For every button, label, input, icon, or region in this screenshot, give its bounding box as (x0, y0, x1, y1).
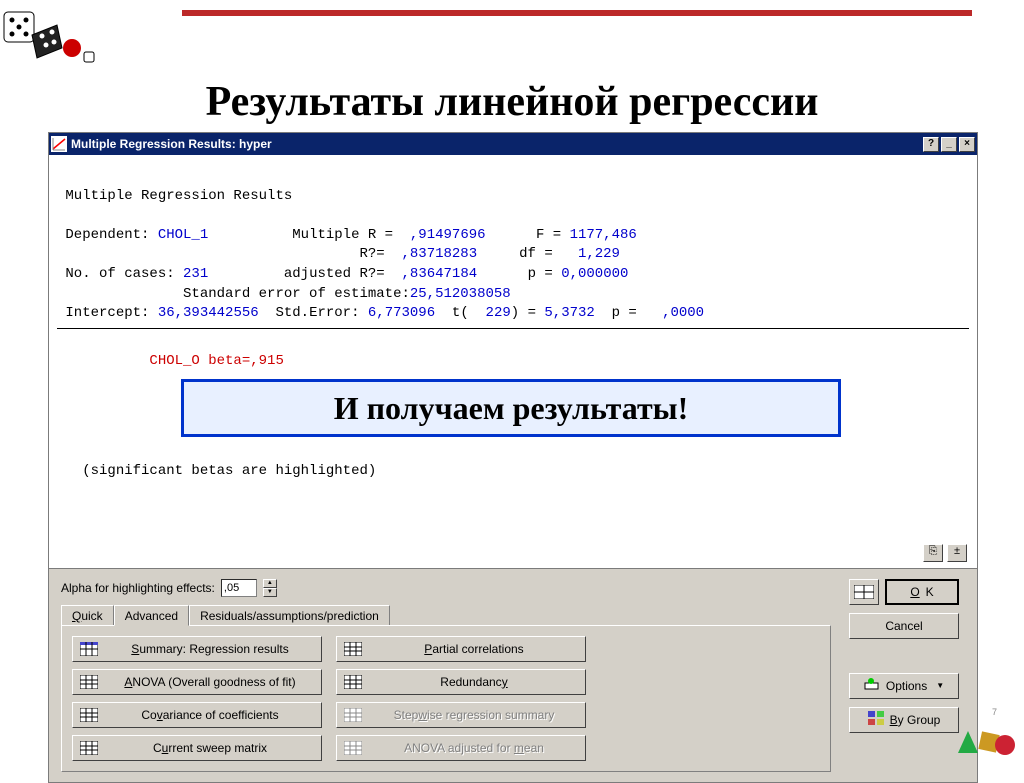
expand-button[interactable]: ± (947, 544, 967, 562)
regression-results-window: Multiple Regression Results: hyper ? _ ×… (48, 132, 978, 783)
p2-label: p = (612, 305, 637, 321)
slide-title: Результаты линейной регрессии (0, 78, 1024, 126)
partial-correlations-button[interactable]: Partial correlations (336, 636, 586, 662)
dependent-value: CHOL_1 (158, 227, 208, 243)
r2-value: ,83718283 (401, 246, 477, 262)
results-text-area: Multiple Regression Results Dependent: C… (49, 155, 977, 569)
grid-icon (79, 674, 99, 690)
callout-box: И получаем результаты! (181, 379, 841, 437)
stderr2-value: 6,773096 (368, 305, 435, 321)
t-close: ) = (511, 305, 536, 321)
grid-toggle-button[interactable] (849, 579, 879, 605)
spin-down-icon[interactable]: ▼ (263, 588, 277, 597)
ncases-value: 231 (183, 266, 208, 282)
advanced-tab-panel: Summary: Regression results ANOVA (Overa… (61, 625, 831, 772)
bygroup-button[interactable]: By Group (849, 707, 959, 733)
stderr-value: 25,512038058 (410, 286, 511, 302)
betas-footnote: (significant betas are highlighted) (82, 463, 376, 479)
summary-regression-button[interactable]: Summary: Regression results (72, 636, 322, 662)
t-df: 229 (486, 305, 511, 321)
tab-quick[interactable]: Quick (61, 605, 114, 625)
callout-text: И получаем результаты! (334, 386, 689, 431)
tab-strip: Quick Advanced Residuals/assumptions/pre… (61, 605, 831, 625)
grid-icon (343, 641, 363, 657)
beta-line: CHOL_O beta=,915 (149, 353, 283, 369)
intercept-label: Intercept: (65, 305, 149, 321)
multr-label: Multiple R = (292, 227, 393, 243)
slide-header-decoration (0, 4, 1024, 64)
f-label: F = (536, 227, 561, 243)
window-title: Multiple Regression Results: hyper (71, 137, 923, 151)
help-button[interactable]: ? (923, 137, 939, 152)
df-value: 1,229 (578, 246, 620, 262)
spin-up-icon[interactable]: ▲ (263, 579, 277, 588)
options-icon (864, 677, 880, 694)
alpha-input[interactable] (221, 579, 257, 597)
grid-icon (79, 740, 99, 756)
alpha-label: Alpha for highlighting effects: (61, 581, 215, 595)
stderr2-label: Std.Error: (275, 305, 359, 321)
stderr-label: Standard error of estimate: (183, 286, 410, 302)
alpha-spinner[interactable]: ▲ ▼ (263, 579, 277, 597)
anova-adjusted-button: ANOVA adjusted for mean (336, 735, 586, 761)
df-label: df = (519, 246, 553, 262)
window-icon (51, 136, 67, 152)
t-value: 5,3732 (544, 305, 594, 321)
options-button[interactable]: Options ▼ (849, 673, 959, 699)
grid-icon (79, 707, 99, 723)
grid-icon (854, 585, 874, 599)
anova-button[interactable]: ANOVA (Overall goodness of fit) (72, 669, 322, 695)
close-button[interactable]: × (959, 137, 975, 152)
minimize-button[interactable]: _ (941, 137, 957, 152)
grid-icon (79, 641, 99, 657)
adjr2-value: ,83647184 (402, 266, 478, 282)
sweep-matrix-button[interactable]: Current sweep matrix (72, 735, 322, 761)
controls-panel: Alpha for highlighting effects: ▲ ▼ Quic… (49, 569, 977, 782)
svg-text:7: 7 (992, 707, 997, 717)
p-label: p = (528, 266, 553, 282)
window-titlebar[interactable]: Multiple Regression Results: hyper ? _ × (49, 133, 977, 155)
ok-button[interactable]: OK (885, 579, 959, 605)
f-value: 1177,486 (570, 227, 637, 243)
red-divider-bar (182, 10, 972, 16)
multr-value: ,91497696 (410, 227, 486, 243)
chevron-down-icon: ▼ (936, 681, 944, 690)
dependent-label: Dependent: (65, 227, 149, 243)
cancel-button[interactable]: Cancel (849, 613, 959, 639)
group-icon (868, 711, 884, 728)
results-header: Multiple Regression Results (65, 188, 292, 204)
adjr2-label: adjusted R?= (284, 266, 385, 282)
stepwise-summary-button: Stepwise regression summary (336, 702, 586, 728)
tab-residuals[interactable]: Residuals/assumptions/prediction (189, 605, 390, 625)
p2-value: ,0000 (662, 305, 704, 321)
p-value: 0,000000 (561, 266, 628, 282)
dice-icon (2, 10, 112, 70)
t-label: t( (452, 305, 469, 321)
r2-label: R?= (359, 246, 384, 262)
redundancy-button[interactable]: Redundancy (336, 669, 586, 695)
grid-icon (343, 674, 363, 690)
copy-button[interactable]: ⎘ (923, 544, 943, 562)
grid-icon (343, 707, 363, 723)
tab-advanced[interactable]: Advanced (114, 605, 189, 626)
covariance-button[interactable]: Covariance of coefficients (72, 702, 322, 728)
bottom-decoration: 7 (950, 703, 1020, 763)
grid-icon (343, 740, 363, 756)
intercept-value: 36,393442556 (158, 305, 259, 321)
ncases-label: No. of cases: (65, 266, 174, 282)
